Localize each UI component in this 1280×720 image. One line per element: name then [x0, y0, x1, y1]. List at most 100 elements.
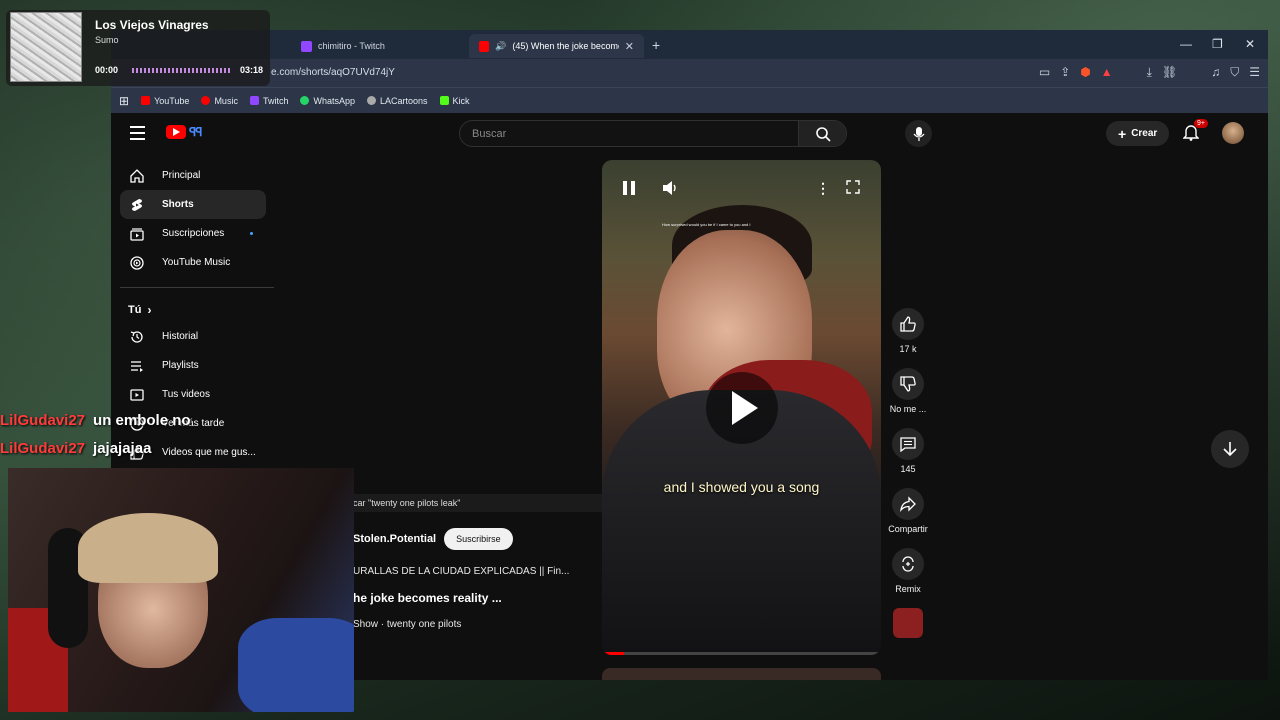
plus-icon: + — [1118, 125, 1127, 142]
speaker-icon: 🔊 — [495, 40, 507, 51]
like-count: 17 k — [899, 344, 917, 354]
shorts-icon — [130, 198, 144, 212]
subscriptions-icon — [130, 227, 144, 241]
avatar[interactable] — [1222, 122, 1244, 144]
share-arrow-icon — [900, 496, 916, 512]
url-field[interactable]: e.com/shorts/aqO7UVd74jY — [271, 67, 395, 78]
bookmark-lacartoons[interactable]: LACartoons — [367, 96, 428, 106]
sidebar-item-shorts[interactable]: Shorts — [120, 190, 266, 219]
short-title[interactable]: he joke becomes reality ... — [353, 591, 603, 605]
progress-fill — [602, 652, 625, 655]
track-artist: Sumo — [95, 35, 119, 45]
arrow-down-icon — [1223, 442, 1237, 457]
minimize-button[interactable]: — — [1180, 37, 1192, 51]
whatsapp-icon — [300, 96, 310, 105]
channel-name[interactable]: Stolen.Potential — [353, 533, 436, 545]
sidebar-you-header[interactable]: Tú › — [120, 298, 266, 322]
notification-badge: 9+ — [1194, 119, 1208, 128]
rewards-icon[interactable]: ▲ — [1101, 65, 1113, 80]
track-total-time: 03:18 — [240, 65, 264, 75]
webcam-overlay — [8, 468, 354, 712]
thumbs-down-icon — [900, 376, 916, 392]
fullscreen-button[interactable] — [846, 180, 860, 194]
short-metadata: car "twenty one pilots leak" Stolen.Pote… — [353, 494, 603, 644]
remix-label: Remix — [895, 584, 921, 594]
music-icon — [201, 96, 211, 105]
channel-row: Stolen.Potential Suscribirse — [353, 528, 603, 550]
vpn-icon[interactable]: ⛉ — [1230, 65, 1239, 80]
sidebar-item-suscripciones[interactable]: Suscripciones — [120, 219, 266, 248]
sidebar-item-historial[interactable]: Historial — [120, 322, 266, 351]
more-options-button[interactable]: ⋮ — [816, 180, 830, 197]
apps-grid-icon[interactable]: ⊞ — [119, 94, 129, 108]
bookmark-kick[interactable]: Kick — [439, 96, 470, 106]
new-content-dot — [250, 232, 254, 235]
tab-label: (45) When the joke becomes — [512, 41, 619, 51]
related-video-link[interactable]: URALLAS DE LA CIUDAD EXPLICADAS || Fin..… — [353, 566, 603, 577]
webcam-cap — [78, 513, 218, 583]
bookmark-music[interactable]: Music — [201, 96, 238, 106]
now-playing-widget: Los Viejos Vinagres Sumo 00:00 03:18 — [6, 10, 270, 86]
webcam-blanket — [238, 618, 354, 712]
create-button[interactable]: + Crear — [1106, 121, 1170, 146]
youtube-icon — [479, 40, 490, 52]
sidebar-item-youtube-music[interactable]: YouTube Music — [120, 248, 266, 277]
close-window-button[interactable]: ✕ — [1245, 37, 1255, 51]
pause-icon — [623, 181, 635, 195]
cast-icon[interactable]: ▭ — [1039, 65, 1050, 80]
chat-username: LilGudavi27 — [0, 440, 86, 457]
download-icon[interactable]: ⤓ — [1147, 65, 1152, 80]
thumbs-up-icon — [900, 316, 916, 332]
subscribe-button[interactable]: Suscribirse — [444, 528, 513, 550]
youtube-play-icon — [166, 125, 186, 139]
youtube-logo[interactable]: ꟼꟼ — [166, 125, 203, 139]
chat-username: LilGudavi27 — [0, 412, 86, 429]
close-tab-icon[interactable]: ✕ — [625, 40, 634, 53]
play-button[interactable] — [706, 372, 778, 444]
search-button[interactable] — [798, 121, 846, 146]
dislike-button[interactable]: No me ... — [884, 368, 932, 414]
pause-button[interactable] — [622, 180, 636, 196]
mic-icon — [913, 126, 924, 141]
share-button[interactable]: Compartir — [884, 488, 932, 534]
progress-bar[interactable] — [602, 652, 881, 655]
menu-icon[interactable] — [130, 126, 145, 144]
shorts-player[interactable]: How surprised would you be if I came to … — [602, 160, 881, 655]
bookmark-whatsapp[interactable]: WhatsApp — [300, 96, 355, 106]
related-search-chip[interactable]: car "twenty one pilots leak" — [353, 494, 603, 512]
sidebar-item-playlists[interactable]: Playlists — [120, 351, 266, 380]
bookmark-youtube[interactable]: YouTube — [141, 96, 189, 106]
remix-button[interactable]: Remix — [884, 548, 932, 594]
menu-icon[interactable]: ☰ — [1249, 65, 1260, 80]
dislike-label: No me ... — [889, 404, 927, 414]
tab-youtube[interactable]: 🔊 (45) When the joke becomes ✕ — [469, 34, 644, 58]
bookmark-twitch[interactable]: Twitch — [249, 96, 288, 106]
voice-search-button[interactable] — [905, 120, 932, 147]
link-icon[interactable]: ⛓ — [1162, 65, 1177, 80]
sidebar-item-tus-videos[interactable]: Tus videos — [120, 380, 266, 409]
tab-twitch[interactable]: chimitiro - Twitch — [291, 34, 461, 58]
sound-thumbnail[interactable] — [893, 608, 923, 638]
sidebar-item-principal[interactable]: Principal — [120, 161, 266, 190]
stream-chat: LilGudavi27 un embole no LilGudavi27 jaj… — [0, 412, 191, 468]
more-vert-icon: ⋮ — [816, 180, 830, 196]
address-bar: e.com/shorts/aqO7UVd74jY ▭ ⇪ ⬢ ▲ ⤓ ⛓ ♫ ⛉… — [111, 59, 1268, 87]
share-icon[interactable]: ⇪ — [1060, 65, 1070, 80]
kick-icon — [439, 96, 449, 105]
media-icon[interactable]: ♫ — [1211, 65, 1220, 80]
comments-button[interactable]: 145 — [884, 428, 932, 474]
search-input[interactable] — [460, 121, 790, 146]
new-tab-button[interactable]: + — [652, 37, 660, 53]
track-title: Los Viejos Vinagres — [95, 18, 209, 32]
volume-button[interactable] — [662, 180, 678, 196]
chat-text: un embole no — [93, 412, 191, 429]
next-short-preview[interactable] — [602, 668, 881, 680]
maximize-button[interactable]: ❐ — [1212, 37, 1223, 51]
next-short-button[interactable] — [1211, 430, 1249, 468]
song-link[interactable]: Show · twenty one pilots — [353, 619, 603, 630]
chat-message: LilGudavi27 un embole no — [0, 412, 191, 440]
toolbar-icons: ▭ ⇪ ⬢ ▲ ⤓ ⛓ ♫ ⛉ ☰ — [1039, 65, 1260, 80]
like-button[interactable]: 17 k — [884, 308, 932, 354]
brave-shield-icon[interactable]: ⬢ — [1080, 65, 1090, 80]
globe-icon — [367, 96, 376, 105]
